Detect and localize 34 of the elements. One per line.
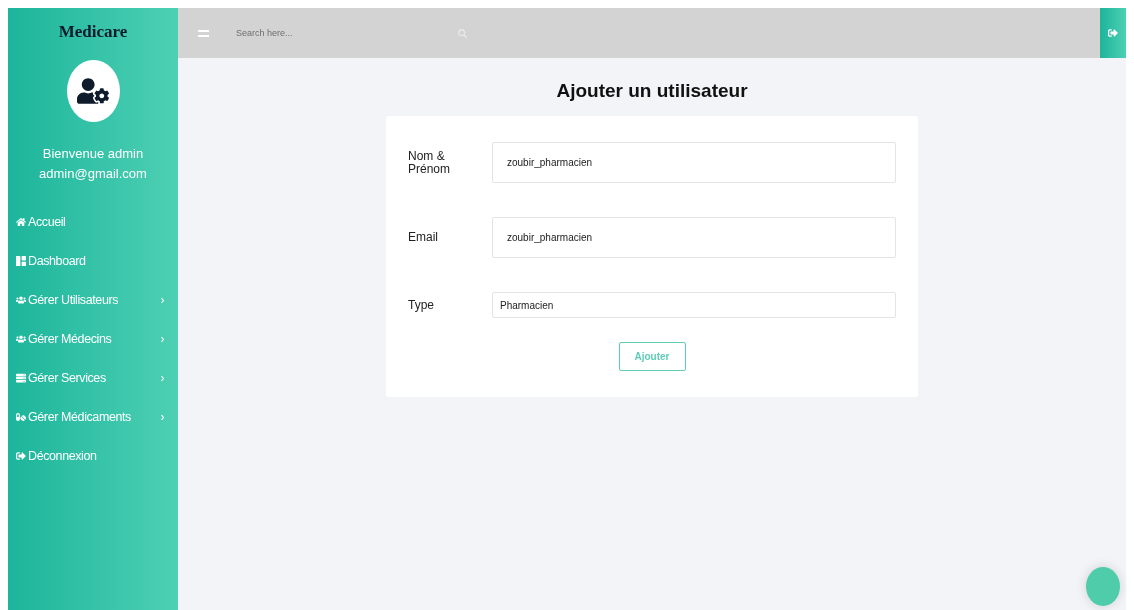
type-field[interactable]: Pharmacien [492, 292, 896, 318]
nav-item[interactable]: Déconnexion [8, 436, 178, 475]
field-label: Email [408, 231, 439, 244]
users-icon [16, 333, 26, 344]
nav-item[interactable]: Gérer Services › [8, 358, 178, 397]
chevron: › [160, 331, 164, 346]
input-field[interactable]: zoubir_pharmacien [492, 217, 896, 258]
nav-item[interactable]: Gérer Médicaments › [8, 397, 178, 436]
submit-button[interactable]: Ajouter [618, 342, 686, 371]
home-icon [16, 216, 26, 227]
page-title: Ajouter un utilisateur [556, 80, 748, 102]
greeting: Bienvenue admin [41, 145, 145, 163]
search-field[interactable]: Search here... [234, 27, 458, 39]
server-icon [16, 372, 26, 383]
user-email: admin@gmail.com [38, 165, 148, 183]
chevron: › [160, 370, 164, 385]
field-label: Nom & Prénom [408, 149, 452, 176]
dashboard-icon [16, 255, 26, 266]
input-field[interactable]: zoubir_pharmacien [492, 142, 896, 183]
chevron: › [160, 409, 164, 424]
users-icon [16, 294, 26, 305]
nav-item[interactable]: Gérer Utilisateurs › [8, 280, 178, 319]
nav-item[interactable]: Accueil [8, 202, 178, 241]
nav-item[interactable]: Gérer Médecins › [8, 319, 178, 358]
logout-button[interactable] [1100, 8, 1126, 58]
logout-icon [16, 450, 26, 461]
user-gear-icon [77, 75, 109, 107]
logout-icon [1108, 28, 1118, 38]
pills-icon [16, 411, 26, 422]
brand-name: Medicare [57, 21, 129, 43]
field-label: Type [408, 298, 435, 312]
nav-item[interactable]: Dashboard [8, 241, 178, 280]
chevron: › [160, 292, 164, 307]
floating-button[interactable] [1086, 567, 1120, 606]
